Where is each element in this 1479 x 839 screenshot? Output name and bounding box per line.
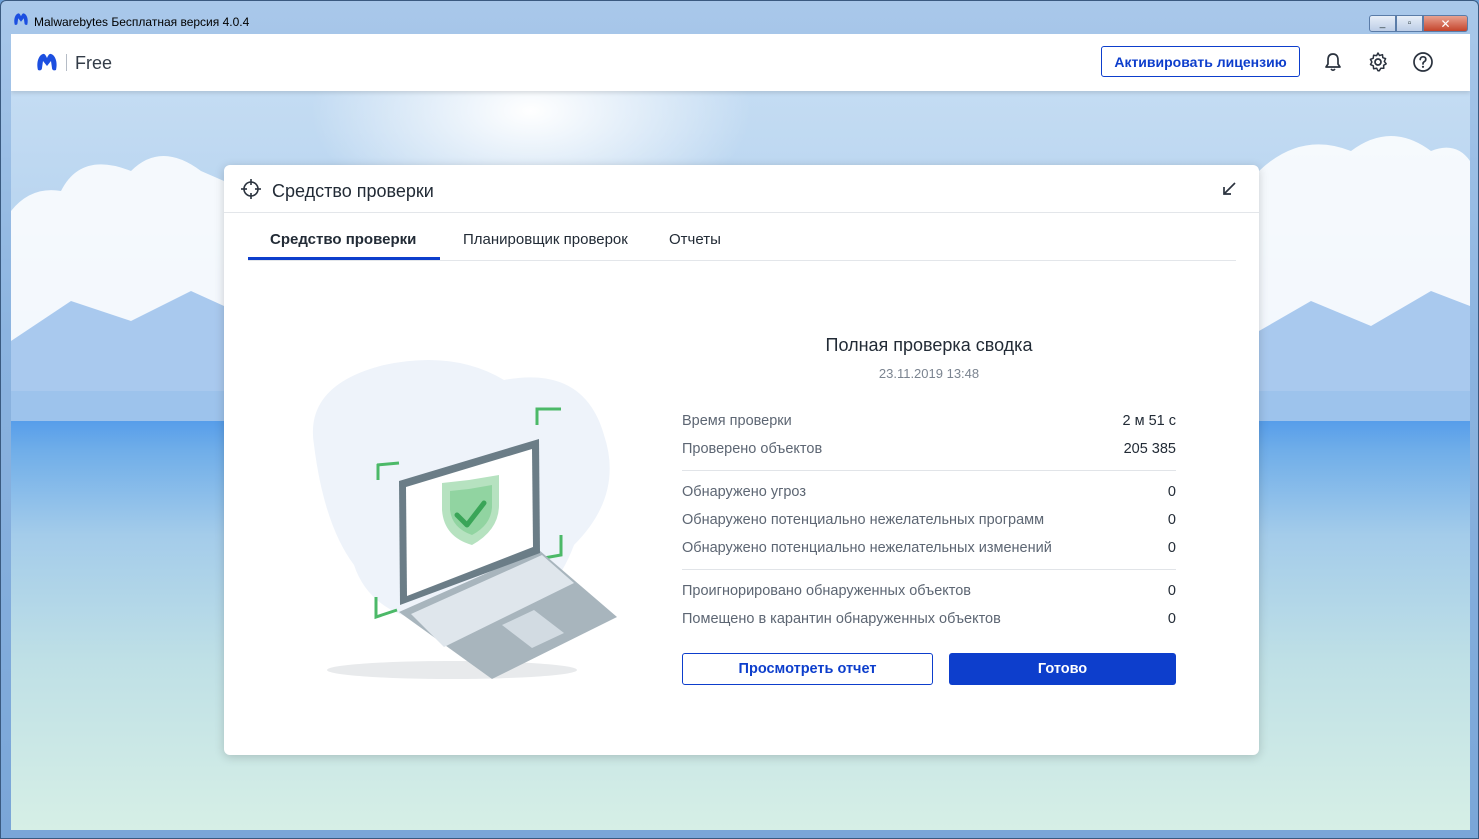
minimize-button[interactable]: _ bbox=[1369, 15, 1396, 32]
laptop-shield-illustration bbox=[312, 360, 617, 679]
gear-icon[interactable] bbox=[1367, 51, 1389, 73]
scan-summary: Полная проверка сводка 23.11.2019 13:48 … bbox=[682, 335, 1176, 685]
summary-row: Помещено в карантин обнаруженных объекто… bbox=[682, 611, 1176, 627]
card-header: Средство проверки bbox=[224, 165, 1259, 213]
malwarebytes-logo-icon bbox=[14, 13, 28, 25]
app-header: Free Активировать лицензию bbox=[11, 34, 1470, 91]
tab-reports[interactable]: Отчеты bbox=[669, 231, 721, 248]
maximize-button[interactable]: ▫ bbox=[1396, 15, 1423, 32]
tab-scanner[interactable]: Средство проверки bbox=[270, 231, 416, 248]
tab-bar: Средство проверки Планировщик проверок О… bbox=[248, 213, 1236, 261]
summary-row: Проверено объектов 205 385 bbox=[682, 441, 1176, 457]
divider bbox=[682, 470, 1176, 471]
summary-title: Полная проверка сводка bbox=[825, 335, 1033, 355]
close-button[interactable]: ✕ bbox=[1423, 15, 1468, 32]
view-report-button[interactable]: Просмотреть отчет bbox=[682, 653, 933, 685]
summary-row: Время проверки 2 м 51 с bbox=[682, 413, 1176, 429]
summary-date: 23.11.2019 13:48 bbox=[878, 366, 980, 381]
brand-separator bbox=[66, 54, 67, 71]
client-area: Free Активировать лицензию Средство пров… bbox=[11, 34, 1470, 830]
card-title: Средство проверки bbox=[272, 181, 434, 201]
title-bar[interactable]: Malwarebytes Бесплатная версия 4.0.4 _ ▫… bbox=[1, 1, 1478, 34]
summary-row: Обнаружено потенциально нежелательных из… bbox=[682, 540, 1176, 556]
window-title: Malwarebytes Бесплатная версия 4.0.4 bbox=[34, 15, 250, 29]
active-tab-indicator bbox=[248, 257, 440, 260]
tab-scheduler[interactable]: Планировщик проверок bbox=[463, 231, 628, 248]
collapse-arrow-icon[interactable] bbox=[1221, 181, 1237, 197]
malwarebytes-logo-icon bbox=[37, 53, 57, 71]
edition-label: Free bbox=[75, 53, 113, 73]
summary-row: Обнаружено угроз 0 bbox=[682, 484, 1176, 500]
bell-icon[interactable] bbox=[1322, 51, 1344, 73]
summary-row: Проигнорировано обнаруженных объектов 0 bbox=[682, 583, 1176, 599]
activate-license-button[interactable]: Активировать лицензию bbox=[1101, 46, 1300, 77]
scanner-card: Средство проверки Средство проверки План… bbox=[224, 165, 1259, 755]
done-button[interactable]: Готово bbox=[949, 653, 1176, 685]
divider bbox=[682, 569, 1176, 570]
window-frame: Malwarebytes Бесплатная версия 4.0.4 _ ▫… bbox=[0, 0, 1479, 839]
help-icon[interactable] bbox=[1412, 51, 1434, 73]
summary-row: Обнаружено потенциально нежелательных пр… bbox=[682, 512, 1176, 528]
crosshair-icon bbox=[241, 179, 261, 199]
